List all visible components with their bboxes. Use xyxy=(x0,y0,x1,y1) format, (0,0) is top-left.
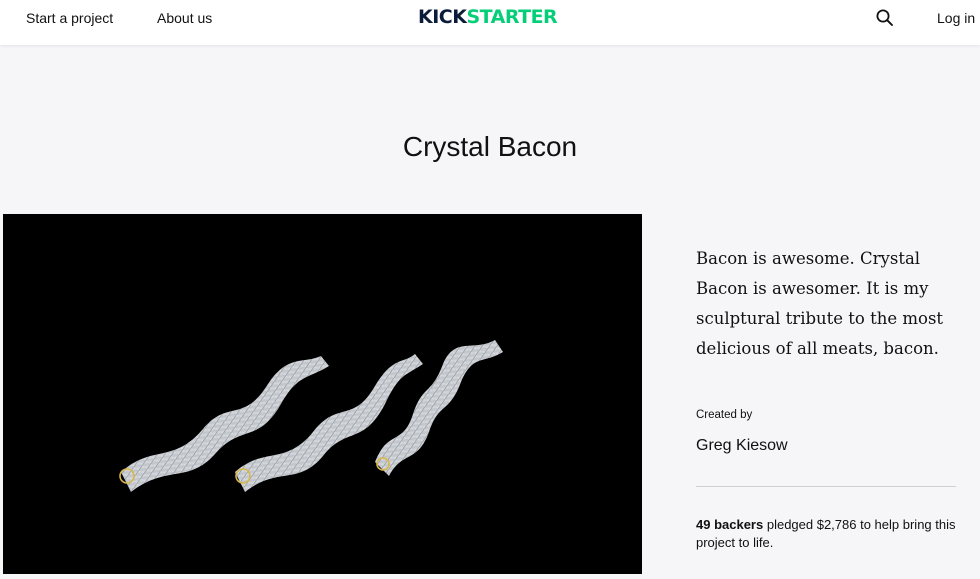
kickstarter-logo[interactable]: KICKSTARTER xyxy=(418,6,558,30)
project-title: Crystal Bacon xyxy=(402,130,578,162)
search-icon xyxy=(876,9,893,26)
bacon-strip-3 xyxy=(375,340,503,476)
start-project-link[interactable]: Start a project xyxy=(26,10,113,26)
creator-name[interactable]: Greg Kiesow xyxy=(696,437,788,455)
logo-text-starter: STARTER xyxy=(466,6,558,28)
backers-summary: 49 backers pledged $2,786 to help bring … xyxy=(696,516,956,552)
project-image[interactable] xyxy=(3,214,642,574)
about-us-link[interactable]: About us xyxy=(157,10,212,26)
log-in-link[interactable]: Log in xyxy=(937,10,975,26)
logo-text-kick: KICK xyxy=(418,6,467,28)
backers-count: 49 backers xyxy=(696,517,764,532)
crystal-bacon-image xyxy=(119,340,503,492)
project-blurb: Bacon is awesome. Crystal Bacon is aweso… xyxy=(696,249,944,358)
created-by-label: Created by xyxy=(696,409,753,421)
search-button[interactable] xyxy=(875,8,895,28)
top-navigation-bar: Start a project About us KICKSTARTER Log… xyxy=(0,0,980,45)
divider xyxy=(696,486,956,487)
